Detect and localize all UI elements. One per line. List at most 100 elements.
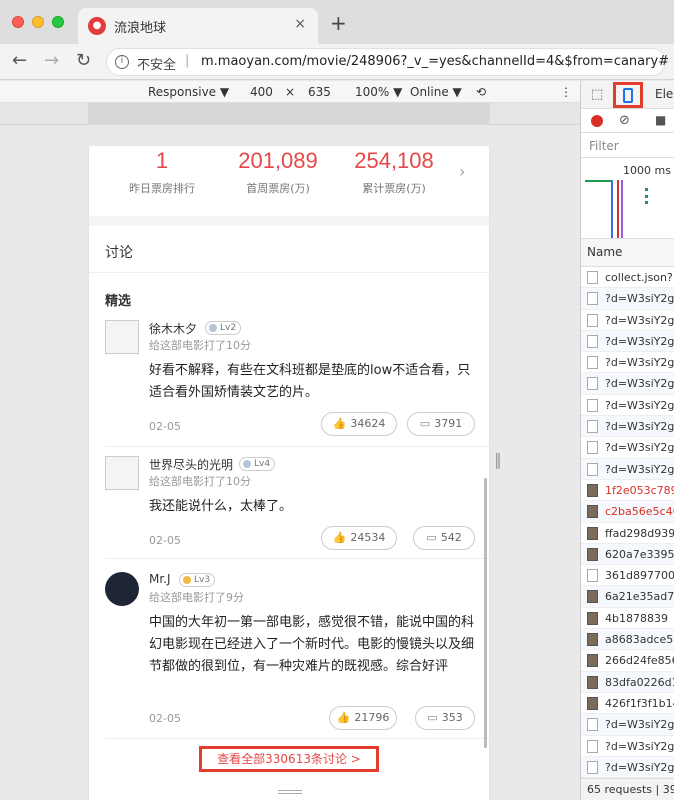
request-row[interactable]: 4b1878839 (581, 608, 674, 630)
like-button[interactable]: 👍 24534 (321, 526, 397, 550)
camera-icon[interactable]: ■ (655, 113, 666, 127)
reply-button[interactable]: ▭ 542 (413, 526, 475, 550)
overview-purple-line (621, 180, 623, 238)
tab-elements[interactable]: Ele (655, 87, 673, 101)
request-row[interactable]: ?d=W3siY2g (581, 756, 674, 779)
back-icon[interactable]: ← (12, 50, 27, 71)
filter-input[interactable]: Filter (589, 139, 619, 153)
name-column-header[interactable]: Name (581, 239, 674, 267)
document-file-icon (587, 718, 598, 732)
request-name: ?d=W3siY2g (605, 377, 674, 391)
chevron-right-icon[interactable]: › (459, 162, 465, 181)
new-tab-button[interactable]: + (330, 11, 347, 35)
request-row[interactable]: collect.json? (581, 267, 674, 289)
document-file-icon (587, 271, 598, 284)
request-row[interactable]: 266d24fe856 (581, 650, 674, 672)
ruler-viewport-band (88, 103, 490, 125)
reply-button[interactable]: ▭ 353 (415, 706, 475, 730)
zoom-select[interactable]: 100% ▼ (355, 85, 402, 99)
divider (105, 738, 489, 739)
comment-username[interactable]: 世界尽头的光明 (149, 456, 233, 473)
resize-handle-icon[interactable]: || (494, 450, 502, 469)
thumbs-up-icon: 👍 (336, 711, 351, 724)
request-row[interactable]: 83dfa0226d1 (581, 671, 674, 693)
height-input[interactable]: 635 (308, 85, 331, 99)
omnibox[interactable]: i 不安全 | m.maoyan.com/movie/248906?_v_=ye… (106, 48, 669, 76)
maximize-window-button[interactable] (52, 16, 64, 28)
comment-date: 02-05 (149, 420, 181, 433)
request-name: ?d=W3siY2g (605, 420, 674, 434)
clear-icon[interactable]: ⊘ (619, 113, 630, 128)
info-icon[interactable]: i (115, 55, 129, 69)
request-row[interactable]: a8683adce5 (581, 629, 674, 651)
request-row[interactable]: ?d=W3siY2g (581, 288, 674, 310)
close-window-button[interactable] (12, 16, 24, 28)
reply-count: 3791 (434, 417, 463, 430)
inspect-element-icon[interactable]: ⬚ (591, 87, 603, 102)
more-options-icon[interactable]: ⋮ (560, 85, 572, 99)
comment-username[interactable]: 徐木木夕 (149, 320, 197, 337)
comment-rating: 给这部电影打了9分 (149, 591, 244, 604)
request-row[interactable]: ?d=W3siY2g (581, 736, 674, 757)
comment-icon: ▭ (427, 711, 438, 724)
bottom-resize-handle-icon[interactable] (278, 790, 302, 794)
avatar[interactable] (105, 572, 139, 606)
like-count: 34624 (350, 417, 386, 430)
request-row[interactable]: ?d=W3siY2g (581, 437, 674, 459)
like-button[interactable]: 👍 21796 (329, 706, 397, 730)
record-icon[interactable] (591, 115, 603, 127)
reply-count: 542 (440, 531, 462, 544)
request-list: collect.json? ?d=W3siY2g ?d=W3siY2g ?d=W3si… (581, 267, 674, 779)
document-file-icon (587, 441, 598, 455)
request-row[interactable]: ?d=W3siY2g (581, 310, 674, 331)
request-row[interactable]: 361d897700 (581, 565, 674, 587)
comment-date: 02-05 (149, 712, 181, 725)
request-row[interactable]: ?d=W3siY2g (581, 352, 674, 374)
request-row[interactable]: ?d=W3siY2g (581, 330, 674, 353)
request-name: 620a7e33958 (605, 547, 674, 561)
like-button[interactable]: 👍 34624 (321, 412, 397, 436)
comment-rating: 给这部电影打了10分 (149, 475, 251, 488)
request-row[interactable]: ffad298d939 (581, 523, 674, 544)
request-row[interactable]: ?d=W3siY2g (581, 714, 674, 736)
tab-close-icon[interactable]: × (294, 16, 306, 32)
minimize-window-button[interactable] (32, 16, 44, 28)
request-row[interactable]: 1f2e053c789 (581, 480, 674, 502)
width-input[interactable]: 400 (250, 85, 273, 99)
request-row[interactable]: ?d=W3siY2g (581, 395, 674, 417)
comment-icon: ▭ (426, 531, 437, 544)
request-row[interactable]: ?d=W3siY2g (581, 373, 674, 395)
stat-label: 累计票房(万) (362, 182, 426, 195)
image-file-icon (587, 633, 598, 647)
devtools-panel: ⬚ Ele ⊘ ■ Filter 1000 ms Name collect.js… (580, 81, 674, 800)
request-name: ?d=W3siY2g (605, 356, 674, 370)
avatar[interactable] (105, 456, 139, 490)
image-file-icon (587, 675, 598, 689)
url-text[interactable]: m.maoyan.com/movie/248906?_v_=yes&channe… (201, 54, 669, 69)
request-row[interactable]: ?d=W3siY2g (581, 458, 674, 480)
page-scrollbar[interactable] (484, 478, 487, 748)
request-row[interactable]: ?d=W3siY2g (581, 416, 674, 438)
document-file-icon (587, 334, 598, 348)
comment-username[interactable]: Mr.J (149, 572, 171, 586)
stat-rank: 1 昨日票房排行 (107, 148, 217, 196)
image-file-icon (587, 483, 598, 497)
avatar[interactable] (105, 320, 139, 354)
forward-icon[interactable]: → (44, 50, 59, 71)
request-row[interactable]: c2ba56e5c46 (581, 501, 674, 523)
device-toggle-button[interactable] (613, 82, 643, 108)
request-row[interactable]: 6a21e35ad7 (581, 586, 674, 608)
rotate-icon[interactable]: ⟲ (476, 85, 486, 99)
request-name: 4b1878839 (605, 611, 668, 625)
view-all-discussions-link[interactable]: 查看全部330613条讨论 > (199, 746, 379, 772)
reply-button[interactable]: ▭ 3791 (407, 412, 475, 436)
responsive-select[interactable]: Responsive ▼ (148, 85, 229, 99)
network-status-bar: 65 requests | 39 (581, 778, 674, 800)
reload-icon[interactable]: ↻ (76, 50, 91, 71)
browser-tab[interactable]: ● 流浪地球 × (78, 8, 318, 44)
image-file-icon (587, 590, 598, 604)
request-row[interactable]: 426f1f3f1b14 (581, 693, 674, 715)
request-row[interactable]: 620a7e33958 (581, 543, 674, 566)
comment-rating: 给这部电影打了10分 (149, 339, 251, 352)
network-select[interactable]: Online ▼ (410, 85, 462, 99)
